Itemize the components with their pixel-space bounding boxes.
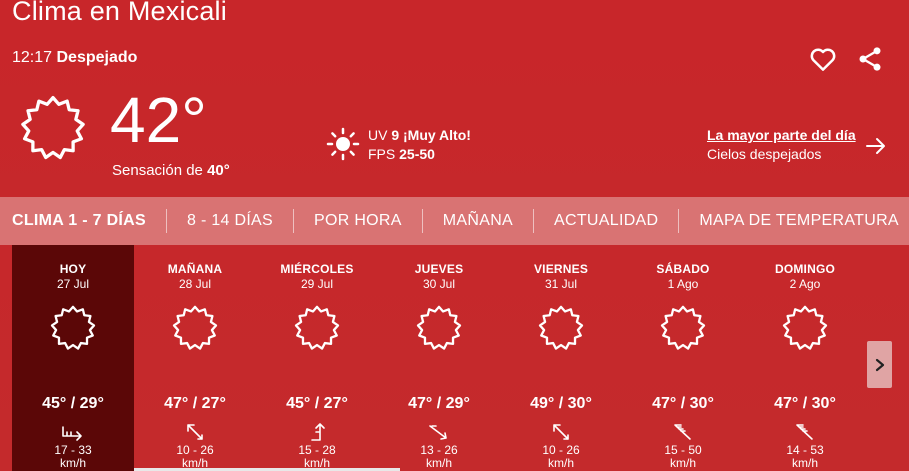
forecast-tabs: CLIMA 1 - 7 DÍAS 8 - 14 DÍAS POR HORA MA… [0, 197, 909, 245]
tab-por-hora[interactable]: POR HORA [294, 209, 423, 233]
day-name: VIERNES [533, 262, 589, 276]
current-time-condition: 12:17 Despejado [12, 49, 137, 67]
uv-line: UV 9 ¡Muy Alto! [368, 126, 471, 145]
arrow-right-icon[interactable] [864, 134, 888, 158]
day-name: DOMINGO [774, 262, 836, 276]
wind-speed: 13 - 26 km/h [378, 444, 500, 470]
wind-direction-icon [429, 425, 447, 440]
day-date: 27 Jul [56, 277, 90, 291]
day-temperature: 47° / 29° [408, 395, 470, 412]
current-temperature: 42° [110, 84, 207, 156]
heart-icon[interactable] [808, 44, 838, 74]
wind-speed: 10 - 26 km/h [500, 444, 622, 470]
tab-actualidad[interactable]: ACTUALIDAD [534, 209, 680, 233]
wind-speed: 14 - 53 km/h [744, 444, 866, 470]
day-card-viernes[interactable]: VIERNES 31 Jul 49° / 30° 10 - 26 km/h [500, 245, 622, 471]
feels-like: Sensación de 40° [112, 162, 230, 179]
sun-icon [21, 95, 85, 160]
wind-direction-icon [311, 423, 325, 441]
day-temperature: 47° / 27° [164, 395, 226, 412]
day-card-hoy[interactable]: HOY 27 Jul 45° / 29° 17 - 33 km/h [12, 245, 134, 471]
day-card-jueves[interactable]: JUEVES 30 Jul 47° / 29° 13 - 26 km/h [378, 245, 500, 471]
next-days-button[interactable] [867, 341, 892, 388]
feels-like-value: 40° [207, 162, 230, 179]
day-date: 29 Jul [300, 277, 334, 291]
day-card-miercoles[interactable]: MIÉRCOLES 29 Jul 45° / 27° 15 - 28 km/h [256, 245, 378, 471]
wind-unit: km/h [547, 456, 574, 470]
tab-mapa-de-temperatura[interactable]: MAPA DE TEMPERATURA [679, 209, 909, 233]
share-icon[interactable] [856, 45, 884, 73]
day-name: JUEVES [414, 262, 464, 276]
uv-index: UV 9 ¡Muy Alto! FPS 25-50 [368, 126, 471, 164]
fps-value: 25-50 [399, 146, 435, 162]
day-date: 2 Ago [789, 277, 821, 291]
sun-icon [294, 305, 340, 350]
fps-line: FPS 25-50 [368, 145, 471, 164]
wind-direction-icon [62, 426, 82, 441]
wind-unit: km/h [669, 456, 696, 470]
wind-direction-icon [674, 424, 691, 440]
sun-icon [782, 305, 828, 350]
wind-direction-icon [187, 424, 203, 440]
daily-forecast-summary[interactable]: La mayor parte del día Cielos despejados [707, 126, 856, 164]
forecast-text: Cielos despejados [707, 146, 822, 162]
uv-label: UV [368, 127, 388, 143]
feels-like-label: Sensación de [112, 162, 203, 179]
day-card-sabado[interactable]: SÁBADO 1 Ago 47° / 30° 15 - 50 km/h [622, 245, 744, 471]
sun-icon [172, 305, 218, 350]
day-date: 31 Jul [544, 277, 578, 291]
day-name: MIÉRCOLES [280, 262, 354, 276]
forecast-link[interactable]: La mayor parte del día [707, 126, 856, 145]
day-name: HOY [59, 262, 87, 276]
day-card-domingo[interactable]: DOMINGO 2 Ago 47° / 30° 14 - 53 km/h [744, 245, 866, 471]
day-temperature: 45° / 27° [286, 395, 348, 412]
tab-manana[interactable]: MAÑANA [423, 209, 535, 233]
wind-speed: 10 - 26 km/h [134, 444, 256, 470]
sun-icon [660, 305, 706, 350]
wind-direction-icon [796, 424, 813, 440]
day-temperature: 47° / 30° [774, 395, 836, 412]
wind-direction-icon [553, 424, 569, 440]
fps-label: FPS [368, 146, 396, 162]
sun-icon [416, 305, 462, 350]
tab-8-14-dias[interactable]: 8 - 14 DÍAS [167, 209, 295, 233]
wind-speed: 15 - 50 km/h [622, 444, 744, 470]
day-name: SÁBADO [656, 262, 710, 276]
day-date: 30 Jul [422, 277, 456, 291]
wind-speed: 15 - 28 km/h [256, 444, 378, 470]
tab-clima-1-7-dias[interactable]: CLIMA 1 - 7 DÍAS [0, 209, 167, 233]
page-title: Clima en Mexicali [12, 0, 227, 26]
chevron-right-icon [875, 358, 884, 371]
uv-value: 9 ¡Muy Alto! [391, 127, 471, 143]
current-condition: Despejado [56, 49, 138, 66]
day-date: 1 Ago [667, 277, 699, 291]
day-card-manana[interactable]: MAÑANA 28 Jul 47° / 27° 10 - 26 km/h [134, 245, 256, 471]
uv-sun-icon [326, 127, 360, 161]
current-time: 12:17 [12, 49, 53, 66]
day-date: 28 Jul [178, 277, 212, 291]
sun-icon [50, 305, 96, 350]
wind-unit: km/h [791, 456, 818, 470]
sun-icon [538, 305, 584, 350]
day-temperature: 49° / 30° [530, 395, 592, 412]
day-temperature: 45° / 29° [42, 395, 104, 412]
wind-speed: 17 - 33 km/h [12, 444, 134, 470]
day-temperature: 47° / 30° [652, 395, 714, 412]
wind-unit: km/h [59, 456, 86, 470]
day-name: MAÑANA [167, 262, 223, 276]
